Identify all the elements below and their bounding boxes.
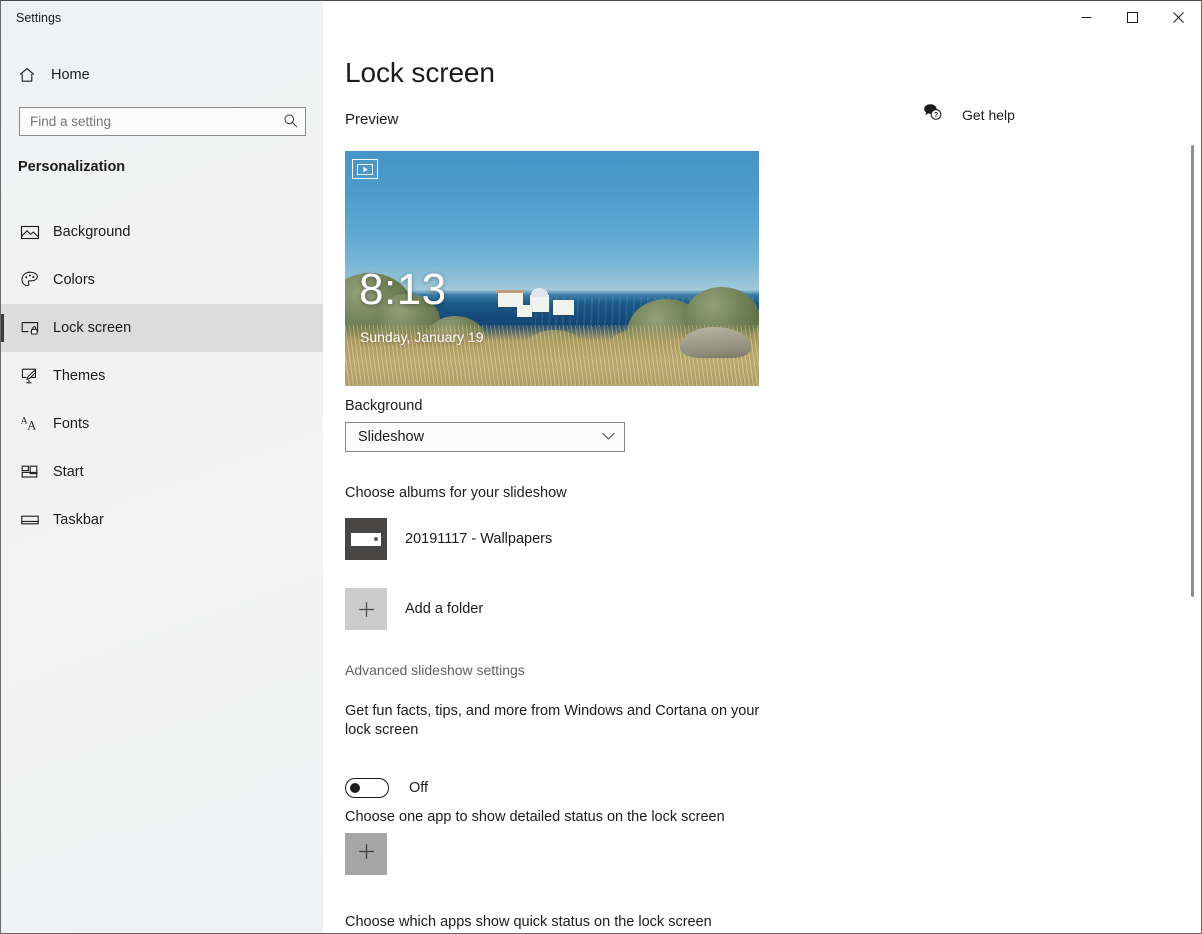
window-controls bbox=[1063, 1, 1201, 33]
help-bubble-icon: ? bbox=[923, 103, 943, 127]
add-folder-label: Add a folder bbox=[405, 601, 484, 617]
taskbar-icon bbox=[19, 509, 41, 531]
sidebar: Settings Home Personalizat bbox=[1, 1, 323, 933]
sidebar-item-themes[interactable]: Themes bbox=[1, 352, 323, 400]
picture-icon bbox=[19, 221, 41, 243]
lock-screen-preview[interactable]: 8:13 Sunday, January 19 bbox=[345, 151, 759, 386]
album-thumbnail-icon bbox=[345, 518, 387, 560]
maximize-button[interactable] bbox=[1109, 1, 1155, 33]
sidebar-nav-list: Background Colors Lock screen Themes A A… bbox=[1, 208, 323, 544]
palette-icon bbox=[19, 269, 41, 291]
albums-label: Choose albums for your slideshow bbox=[345, 485, 567, 501]
scrollbar-thumb[interactable] bbox=[1191, 145, 1194, 597]
slideshow-play-icon[interactable] bbox=[352, 159, 378, 179]
sidebar-item-lock-screen[interactable]: Lock screen bbox=[1, 304, 323, 352]
fun-facts-description: Get fun facts, tips, and more from Windo… bbox=[345, 703, 760, 738]
settings-window: Settings Home Personalizat bbox=[0, 0, 1202, 934]
get-help-link[interactable]: ? Get help bbox=[923, 103, 1015, 127]
fun-facts-toggle-row: Off bbox=[345, 778, 428, 798]
sidebar-item-fonts[interactable]: A A Fonts bbox=[1, 400, 323, 448]
toggle-knob bbox=[350, 783, 360, 793]
home-icon bbox=[18, 66, 40, 84]
add-detailed-status-app-button[interactable] bbox=[345, 833, 387, 875]
add-folder-button[interactable]: Add a folder bbox=[345, 579, 765, 639]
plus-icon bbox=[345, 588, 387, 630]
fonts-icon: A A bbox=[19, 413, 41, 435]
sidebar-item-label: Start bbox=[53, 464, 84, 480]
sidebar-section-header: Personalization bbox=[18, 159, 126, 175]
close-button[interactable] bbox=[1155, 1, 1201, 33]
album-list: 20191117 - Wallpapers Add a folder bbox=[345, 509, 765, 649]
sidebar-item-label: Themes bbox=[53, 368, 106, 384]
plus-icon bbox=[357, 842, 376, 866]
sidebar-item-label: Colors bbox=[53, 272, 95, 288]
sidebar-item-start[interactable]: Start bbox=[1, 448, 323, 496]
svg-text:A: A bbox=[27, 418, 36, 432]
advanced-slideshow-settings-link[interactable]: Advanced slideshow settings bbox=[345, 662, 525, 678]
preview-label: Preview bbox=[345, 111, 399, 128]
sidebar-item-home[interactable]: Home bbox=[9, 59, 309, 91]
quick-status-label: Choose which apps show quick status on t… bbox=[345, 914, 712, 930]
chevron-down-icon bbox=[602, 428, 615, 446]
main-content: Lock screen ? Get help Preview 8:13 Sund… bbox=[323, 33, 1201, 933]
home-label: Home bbox=[51, 67, 90, 83]
brush-icon bbox=[19, 365, 41, 387]
search-box bbox=[19, 107, 306, 136]
fun-facts-toggle[interactable] bbox=[345, 778, 389, 798]
app-title: Settings bbox=[16, 11, 62, 25]
album-item[interactable]: 20191117 - Wallpapers bbox=[345, 509, 765, 569]
background-dropdown-value: Slideshow bbox=[358, 429, 425, 445]
search-input[interactable] bbox=[20, 108, 275, 135]
search-icon bbox=[283, 113, 298, 131]
sidebar-item-colors[interactable]: Colors bbox=[1, 256, 323, 304]
sidebar-item-label: Background bbox=[53, 224, 131, 240]
lock-screen-icon bbox=[19, 317, 41, 339]
minimize-button[interactable] bbox=[1063, 1, 1109, 33]
preview-rock bbox=[680, 327, 751, 358]
background-dropdown[interactable]: Slideshow bbox=[345, 422, 625, 452]
preview-clock-time: 8:13 bbox=[359, 265, 447, 314]
background-label: Background bbox=[345, 398, 423, 414]
selection-indicator bbox=[1, 314, 4, 342]
sidebar-item-label: Taskbar bbox=[53, 512, 104, 528]
fun-facts-toggle-state: Off bbox=[409, 780, 429, 796]
start-icon bbox=[19, 461, 41, 483]
sidebar-item-background[interactable]: Background bbox=[1, 208, 323, 256]
detailed-status-label: Choose one app to show detailed status o… bbox=[345, 809, 725, 825]
sidebar-item-label: Lock screen bbox=[53, 320, 132, 336]
sidebar-item-taskbar[interactable]: Taskbar bbox=[1, 496, 323, 544]
get-help-label: Get help bbox=[962, 107, 1015, 123]
preview-village bbox=[494, 283, 589, 321]
scrollbar-track[interactable] bbox=[1184, 65, 1200, 933]
preview-clock-date: Sunday, January 19 bbox=[360, 329, 484, 345]
search-button[interactable] bbox=[275, 108, 305, 135]
album-name: 20191117 - Wallpapers bbox=[405, 531, 553, 547]
svg-text:?: ? bbox=[934, 112, 938, 119]
sidebar-item-label: Fonts bbox=[53, 416, 90, 432]
page-title: Lock screen bbox=[345, 57, 495, 88]
